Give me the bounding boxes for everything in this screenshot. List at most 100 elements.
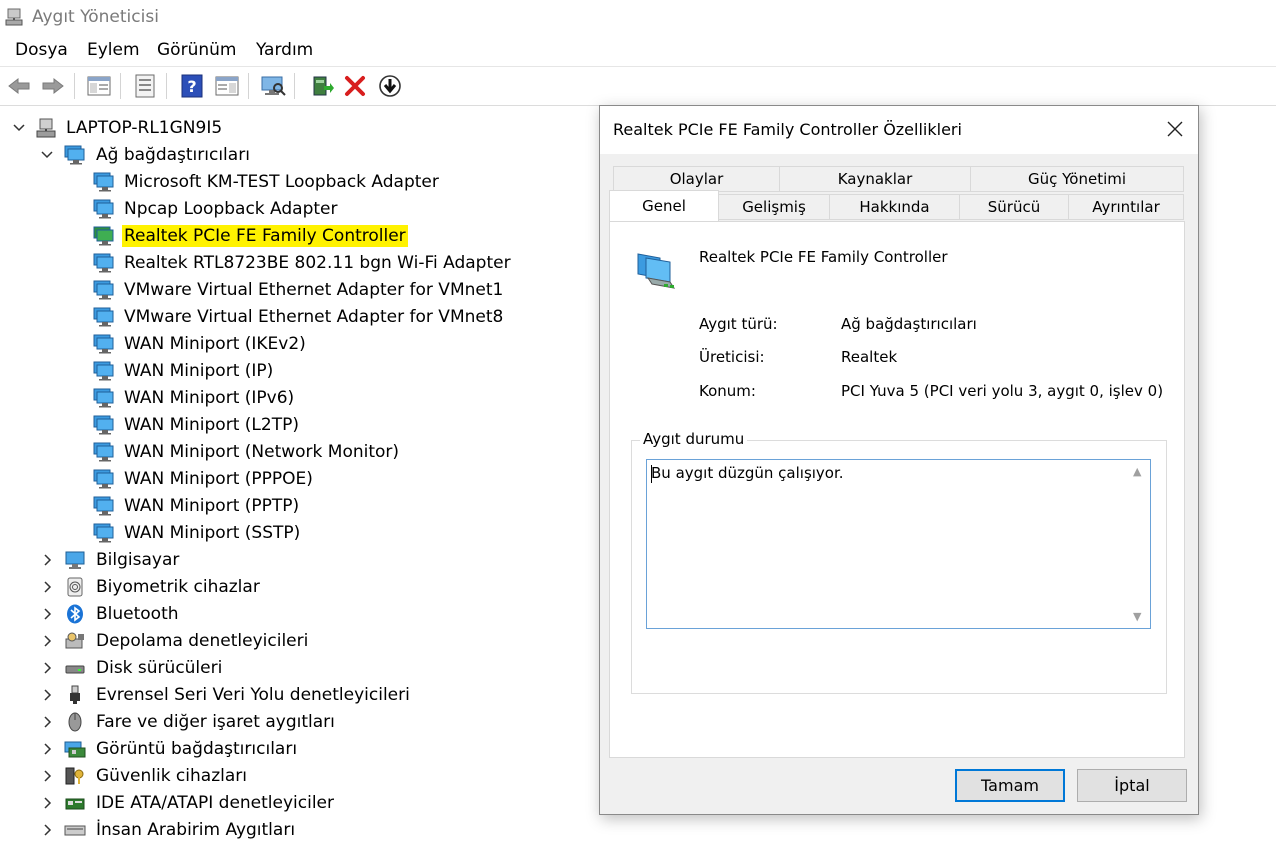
tree-item-network-adapter[interactable]: WAN Miniport (PPTP) [0, 493, 600, 519]
toolbar: ? [0, 67, 1276, 106]
tab-general[interactable]: Genel [609, 190, 719, 221]
tree-root-label: LAPTOP-RL1GN9I5 [66, 118, 223, 138]
tab-advanced[interactable]: Gelişmiş [718, 194, 830, 220]
tree-item-network-adapter[interactable]: WAN Miniport (PPPOE) [0, 466, 600, 492]
tree-category[interactable]: Disk sürücüleri [0, 655, 600, 681]
network-adapter-icon [93, 199, 114, 219]
tree-category-label: Ağ bağdaştırıcıları [96, 145, 250, 165]
security-key-icon [65, 767, 84, 785]
update-driver-icon[interactable] [309, 73, 335, 99]
tree-item-network-adapter[interactable]: Realtek RTL8723BE 802.11 bgn Wi-Fi Adapt… [0, 250, 600, 276]
disable-device-icon[interactable] [377, 73, 403, 99]
tree-category[interactable]: Evrensel Seri Veri Yolu denetleyicileri [0, 682, 600, 708]
tree-item-network-adapter[interactable]: WAN Miniport (IKEv2) [0, 331, 600, 357]
close-icon[interactable] [1158, 114, 1192, 144]
network-adapter-icon [93, 469, 114, 489]
chevron-right-icon[interactable] [41, 580, 55, 594]
cancel-button[interactable]: İptal [1077, 769, 1187, 802]
back-arrow-icon[interactable] [6, 73, 32, 99]
display-adapter-icon [64, 741, 86, 758]
chevron-right-icon[interactable] [41, 553, 55, 567]
device-status-textbox[interactable]: Bu aygıt düzgün çalışıyor. ▲ ▼ [646, 459, 1151, 629]
network-adapter-icon [93, 415, 114, 435]
tree-item-network-adapter[interactable]: Microsoft KM-TEST Loopback Adapter [0, 169, 600, 195]
tree-category[interactable]: Bilgisayar [0, 547, 600, 573]
menu-help[interactable]: Yardım [256, 40, 313, 60]
device-status-group: Aygıt durumu Bu aygıt düzgün çalışıyor. … [631, 430, 1167, 694]
dialog-title: Realtek PCIe FE Family Controller Özelli… [613, 120, 962, 139]
tree-item-network-adapter[interactable]: Npcap Loopback Adapter [0, 196, 600, 222]
tab-about[interactable]: Hakkında [829, 194, 960, 220]
tree-item-network-adapter[interactable]: WAN Miniport (IPv6) [0, 385, 600, 411]
network-adapter-icon [93, 280, 114, 300]
forward-arrow-icon[interactable] [40, 73, 66, 99]
location-label: Konum: [699, 382, 756, 400]
tree-item-network-adapter[interactable]: WAN Miniport (L2TP) [0, 412, 600, 438]
tab-details[interactable]: Ayrıntılar [1068, 194, 1184, 220]
chevron-right-icon[interactable] [41, 634, 55, 648]
tree-category-network-adapters[interactable]: Ağ bağdaştırıcıları [0, 142, 600, 168]
tree-category[interactable]: İnsan Arabirim Aygıtları [0, 817, 600, 843]
ok-button[interactable]: Tamam [955, 769, 1065, 802]
menu-action[interactable]: Eylem [87, 40, 140, 60]
scan-hardware-icon[interactable] [260, 73, 286, 99]
chevron-right-icon[interactable] [41, 769, 55, 783]
show-hide-tree-icon[interactable] [86, 73, 112, 99]
scroll-down-icon[interactable]: ▼ [1133, 610, 1141, 623]
action-pane-icon[interactable] [214, 73, 240, 99]
tree-item-network-adapter[interactable]: VMware Virtual Ethernet Adapter for VMne… [0, 304, 600, 330]
chevron-right-icon[interactable] [41, 715, 55, 729]
manufacturer-label: Üreticisi: [699, 348, 765, 366]
tree-item-network-adapter[interactable]: WAN Miniport (IP) [0, 358, 600, 384]
tree-category[interactable]: IDE ATA/ATAPI denetleyiciler [0, 790, 600, 816]
status-scrollbar[interactable]: ▲ ▼ [1129, 461, 1149, 627]
device-type-value: Ağ bağdaştırıcıları [841, 315, 977, 333]
tree-item-network-adapter[interactable]: Realtek PCIe FE Family Controller [0, 223, 600, 249]
tree-category[interactable]: Bluetooth [0, 601, 600, 627]
chevron-right-icon[interactable] [41, 742, 55, 756]
tree-item-network-adapter[interactable]: WAN Miniport (Network Monitor) [0, 439, 600, 465]
network-adapter-icon [64, 145, 85, 165]
menu-file[interactable]: Dosya [15, 40, 68, 60]
tree-item-network-adapter[interactable]: VMware Virtual Ethernet Adapter for VMne… [0, 277, 600, 303]
tab-driver[interactable]: Sürücü [959, 194, 1069, 220]
chevron-right-icon[interactable] [41, 607, 55, 621]
tree-item-label: WAN Miniport (PPTP) [124, 496, 300, 516]
help-icon[interactable]: ? [179, 73, 205, 99]
chevron-down-icon[interactable] [12, 121, 26, 135]
chevron-right-icon[interactable] [41, 661, 55, 675]
tree-category[interactable]: Fare ve diğer işaret aygıtları [0, 709, 600, 735]
tree-category[interactable]: Biyometrik cihazlar [0, 574, 600, 600]
scroll-up-icon[interactable]: ▲ [1133, 465, 1141, 478]
uninstall-icon[interactable] [342, 73, 368, 99]
tree-item-label: WAN Miniport (SSTP) [124, 523, 301, 543]
tab-resources[interactable]: Kaynaklar [779, 166, 971, 192]
network-adapter-icon [93, 361, 114, 381]
tree-item-label: WAN Miniport (Network Monitor) [124, 442, 400, 462]
tree-category[interactable]: Depolama denetleyicileri [0, 628, 600, 654]
tree-item-network-adapter[interactable]: WAN Miniport (SSTP) [0, 520, 600, 546]
chevron-down-icon[interactable] [40, 148, 54, 162]
properties-icon[interactable] [132, 73, 158, 99]
window-titlebar: Aygıt Yöneticisi [0, 0, 1276, 34]
tree-category-label: IDE ATA/ATAPI denetleyiciler [96, 793, 335, 813]
device-tree[interactable]: LAPTOP-RL1GN9I5 Ağ bağdaştırıcıları Micr… [0, 106, 600, 840]
chevron-right-icon[interactable] [41, 823, 55, 837]
toolbar-separator [166, 73, 167, 99]
tab-events[interactable]: Olaylar [613, 166, 780, 192]
tree-category[interactable]: Güvenlik cihazları [0, 763, 600, 789]
chevron-right-icon[interactable] [41, 796, 55, 810]
tab-power-management[interactable]: Güç Yönetimi [970, 166, 1184, 192]
tree-item-label: WAN Miniport (L2TP) [124, 415, 299, 435]
tab-panel-general: Realtek PCIe FE Family Controller Aygıt … [609, 221, 1185, 758]
tree-item-label: WAN Miniport (PPPOE) [124, 469, 313, 489]
tree-category-label: Görüntü bağdaştırıcıları [96, 739, 298, 759]
network-adapter-icon [93, 334, 114, 354]
menu-view[interactable]: Görünüm [157, 40, 236, 60]
network-adapter-icon [93, 172, 114, 192]
storage-controller-icon [65, 632, 84, 649]
tree-category[interactable]: Görüntü bağdaştırıcıları [0, 736, 600, 762]
tree-root[interactable]: LAPTOP-RL1GN9I5 [0, 115, 600, 141]
chevron-right-icon[interactable] [41, 688, 55, 702]
computer-icon [36, 118, 56, 138]
